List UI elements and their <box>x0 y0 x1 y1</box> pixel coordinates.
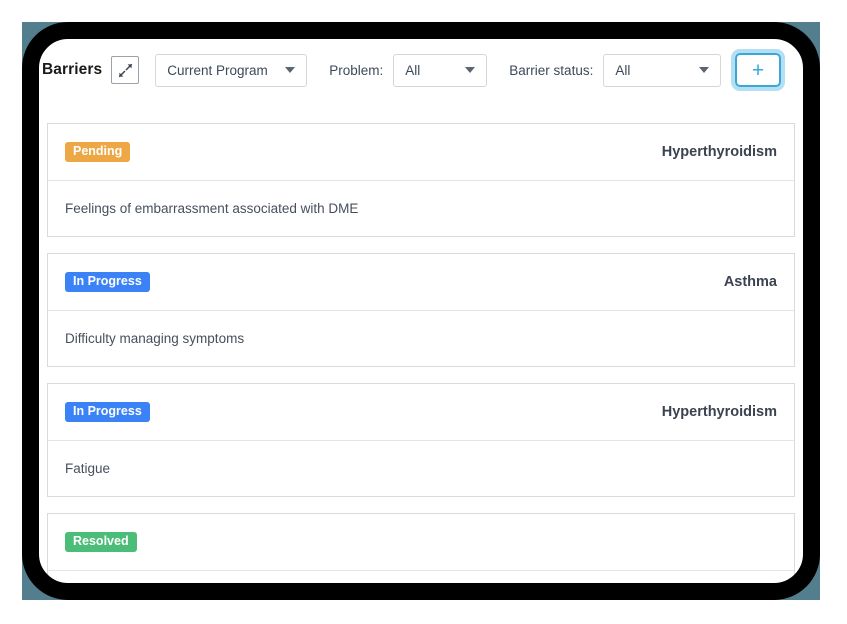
chevron-down-icon <box>699 67 710 73</box>
barrier-description: Difficulty managing symptoms <box>65 331 245 346</box>
problem-select-value: All <box>405 62 421 78</box>
status-badge: Resolved <box>65 531 137 553</box>
barrier-condition: Hyperthyroidism <box>661 404 777 420</box>
barrier-card[interactable]: In Progress Hyperthyroidism Fatigue <box>47 383 795 497</box>
barrier-status-filter-label: Barrier status: <box>509 62 594 78</box>
page-title: Barriers <box>42 61 103 78</box>
barrier-card-header: Pending Hyperthyroidism <box>48 124 794 181</box>
barrier-description: Fatigue <box>65 461 111 476</box>
status-badge: In Progress <box>65 401 150 423</box>
problem-select[interactable]: All <box>393 53 488 87</box>
program-select[interactable]: Current Program <box>155 53 308 87</box>
barrier-status-select[interactable]: All <box>603 53 722 87</box>
barrier-card-header: In Progress Asthma <box>48 254 794 311</box>
status-badge: Pending <box>65 141 131 163</box>
status-badge: In Progress <box>65 271 150 293</box>
barrier-card[interactable]: In Progress Asthma Difficulty managing sym… <box>47 253 795 367</box>
barrier-card[interactable]: Resolved Lack of resources and/or support… <box>47 513 795 592</box>
barrier-card[interactable]: Pending Hyperthyroidism Feelings of embarr… <box>47 123 795 237</box>
barrier-status-select-value: All <box>615 62 631 78</box>
problem-filter-label: Problem: <box>329 62 384 78</box>
barriers-panel: Barriers Current Program Problem: All Ba… <box>30 30 812 592</box>
program-select-value: Current Program <box>167 62 268 78</box>
chevron-down-icon <box>285 67 296 73</box>
screenshot-root: Barriers Current Program Problem: All Ba… <box>0 0 847 624</box>
expand-panel-button[interactable] <box>111 56 140 84</box>
barrier-description: Lack of resources and/or support or assi… <box>48 571 794 592</box>
add-barrier-button[interactable]: + <box>731 49 785 91</box>
barrier-condition: Asthma <box>723 274 777 290</box>
barrier-description: Feelings of embarrassment associated wit… <box>65 201 359 216</box>
barrier-card-header: In Progress Hyperthyroidism <box>48 384 794 441</box>
barriers-toolbar: Barriers Current Program Problem: All Ba… <box>30 30 812 110</box>
plus-icon: + <box>751 58 765 82</box>
barrier-list: Pending Hyperthyroidism Feelings of embarr… <box>47 123 795 592</box>
expand-diagonal-icon <box>118 63 133 78</box>
chevron-down-icon <box>465 67 476 73</box>
barrier-condition: Hyperthyroidism <box>661 144 777 160</box>
barrier-card-header: Resolved <box>48 514 794 571</box>
